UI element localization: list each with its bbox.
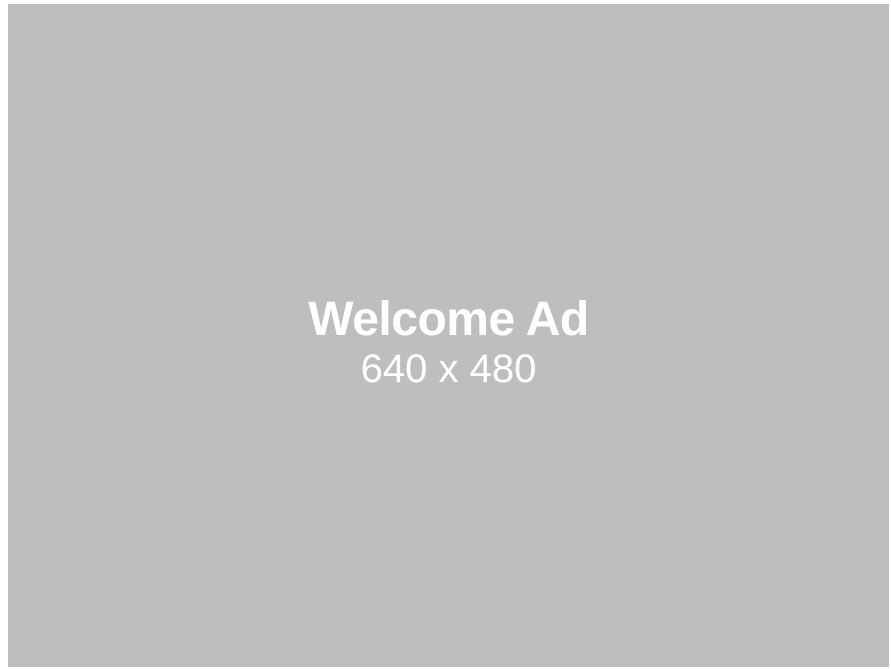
ad-size-label: 640 x 480 — [360, 347, 537, 391]
ad-text-block: Welcome Ad 640 x 480 — [8, 294, 889, 392]
welcome-ad-placeholder: Welcome Ad 640 x 480 — [8, 4, 889, 667]
ad-title: Welcome Ad — [308, 293, 589, 346]
